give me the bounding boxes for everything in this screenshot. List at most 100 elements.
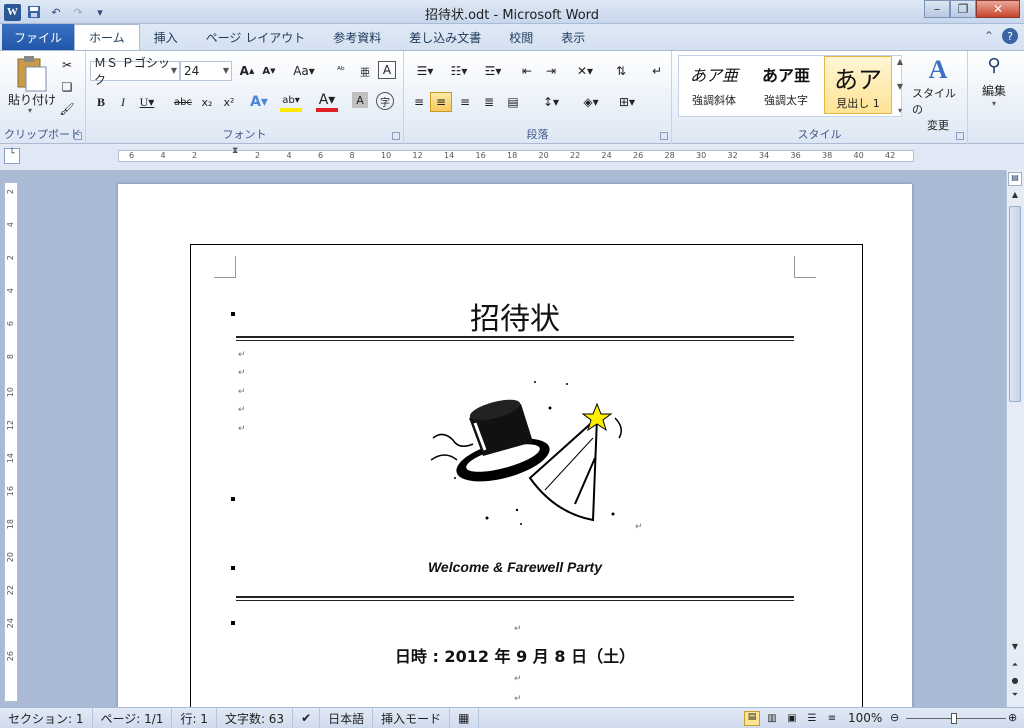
increase-indent-icon[interactable]: ⇥ [540, 61, 562, 81]
font-size-combo[interactable]: 24 ▼ [180, 61, 232, 81]
status-char-count[interactable]: 文字数: 63 [217, 707, 294, 728]
font-color-icon[interactable]: A▾ [316, 92, 338, 112]
tab-references[interactable]: 参考資料 [319, 24, 395, 50]
indent-marker-icon[interactable]: ⧗ [232, 146, 242, 166]
character-border-icon[interactable]: A [378, 61, 396, 79]
scroll-down-icon[interactable]: ▼ [1008, 642, 1022, 656]
print-layout-view-icon[interactable]: ▤ [744, 711, 760, 726]
status-language[interactable]: 日本語 [320, 707, 374, 728]
document-title[interactable]: 招待状 [236, 294, 794, 338]
grow-font-icon[interactable]: A ▲ [236, 61, 258, 81]
previous-page-icon[interactable]: ⏶ [1008, 660, 1022, 674]
macro-record-icon[interactable]: ▦ [450, 707, 479, 728]
multilevel-list-icon[interactable]: ☲▾ [478, 61, 508, 81]
ruler-toggle-icon[interactable]: ▤ [1008, 172, 1022, 186]
chevron-down-icon[interactable]: ▼ [897, 82, 903, 91]
zoom-level[interactable]: 100% [848, 711, 882, 725]
format-painter-icon[interactable]: 🖌 [56, 99, 78, 119]
gallery-scroll[interactable]: ▲ ▼ ▾ [894, 57, 906, 115]
clear-format-icon[interactable]: ᴬᵇ [330, 61, 352, 81]
italic-icon[interactable]: I [112, 92, 134, 112]
next-page-icon[interactable]: ⏷ [1008, 690, 1022, 704]
bullets-icon[interactable]: ☰▾ [410, 61, 440, 81]
draft-view-icon[interactable]: ≡ [824, 713, 840, 724]
collapse-ribbon-icon[interactable]: ⌃ [984, 29, 994, 43]
font-name-combo[interactable]: ＭＳ Ｐゴシック ▼ [90, 56, 180, 87]
copy-icon[interactable]: ❏ [56, 77, 78, 97]
tab-mailings[interactable]: 差し込み文書 [395, 24, 495, 50]
maximize-icon[interactable]: ❐ [950, 0, 976, 18]
cut-icon[interactable]: ✂ [56, 55, 78, 75]
zoom-slider-thumb[interactable] [951, 713, 957, 724]
superscript-icon[interactable]: x² [218, 92, 240, 112]
tab-selector-icon[interactable]: └ [4, 148, 20, 164]
subscript-icon[interactable]: x₂ [196, 92, 218, 112]
styles-launcher-icon[interactable] [956, 132, 964, 140]
font-launcher-icon[interactable] [392, 132, 400, 140]
align-left-icon[interactable]: ≡ [408, 92, 430, 112]
event-datetime[interactable]: 日時 : 2012 年 9 月 8 日（土） [236, 643, 794, 667]
minimize-icon[interactable]: – [924, 0, 950, 18]
strikethrough-icon[interactable]: abc [172, 92, 194, 112]
highlight-icon[interactable]: ab▾ [280, 92, 302, 112]
paste-icon[interactable] [10, 55, 50, 95]
outline-view-icon[interactable]: ☰ [804, 713, 820, 724]
paragraph-launcher-icon[interactable] [660, 132, 668, 140]
close-icon[interactable]: ✕ [976, 0, 1020, 18]
tab-page-layout[interactable]: ページ レイアウト [192, 24, 320, 50]
tab-view[interactable]: 表示 [547, 24, 599, 50]
text-effects-icon[interactable]: A▾ [248, 92, 270, 112]
zoom-in-icon[interactable]: ⊕ [1008, 711, 1017, 724]
style-emphasis-italic[interactable]: あア亜 強調斜体 [680, 56, 748, 114]
status-section[interactable]: セクション: 1 [0, 707, 93, 728]
justify-icon[interactable]: ≣ [478, 92, 500, 112]
style-heading-1[interactable]: あア 見出し 1 [824, 56, 892, 114]
distributed-icon[interactable]: ▤ [502, 92, 524, 112]
more-icon[interactable]: ▾ [898, 106, 902, 115]
status-insert-mode[interactable]: 挿入モード [373, 707, 451, 728]
scroll-up-icon[interactable]: ▲ [1008, 190, 1022, 204]
phonetic-guide-icon[interactable]: 亜 [354, 61, 376, 81]
tab-file[interactable]: ファイル [2, 24, 75, 50]
chevron-up-icon[interactable]: ▲ [897, 57, 903, 66]
align-center-icon[interactable]: ≡ [430, 92, 452, 112]
scroll-thumb[interactable] [1009, 206, 1021, 402]
proofing-icon[interactable]: ✔ [293, 707, 321, 728]
change-case-icon[interactable]: Aa▾ [290, 61, 318, 81]
full-screen-reading-icon[interactable]: ▥ [764, 713, 780, 724]
browse-object-icon[interactable]: ● [1008, 676, 1022, 690]
show-hide-marks-icon[interactable]: ↵ [646, 61, 668, 81]
style-emphasis-bold[interactable]: あア亜 強調太字 [752, 56, 820, 114]
tab-review[interactable]: 校閲 [495, 24, 547, 50]
status-page[interactable]: ページ: 1/1 [93, 707, 173, 728]
party-heading[interactable]: Welcome & Farewell Party [236, 559, 794, 575]
status-line[interactable]: 行: 1 [172, 707, 217, 728]
paste-dropdown-icon[interactable]: ▾ [28, 106, 32, 115]
numbering-icon[interactable]: ☷▾ [444, 61, 474, 81]
enclose-characters-icon[interactable]: 字 [376, 92, 394, 110]
web-layout-icon[interactable]: ▣ [784, 713, 800, 724]
vertical-scrollbar[interactable]: ▤ ▲ ▼ ⏶ ● ⏷ [1006, 170, 1024, 707]
sort-icon[interactable]: ⇅ [610, 61, 632, 81]
character-shading-icon[interactable]: A [352, 92, 368, 108]
align-right-icon[interactable]: ≡ [454, 92, 476, 112]
tab-insert[interactable]: 挿入 [140, 24, 192, 50]
borders-icon[interactable]: ⊞▾ [612, 92, 642, 112]
help-icon[interactable]: ? [1002, 28, 1018, 44]
vertical-ruler[interactable]: 2 4 2 4 6 8 10 12 14 16 18 20 22 24 26 [4, 182, 18, 702]
party-hat-clipart[interactable] [425, 378, 635, 528]
chevron-down-icon[interactable]: ▼ [223, 66, 229, 75]
line-spacing-icon[interactable]: ↕▾ [536, 92, 566, 112]
decrease-indent-icon[interactable]: ⇤ [516, 61, 538, 81]
change-styles-button[interactable]: A スタイルの 変更 [912, 55, 964, 132]
tab-home[interactable]: ホーム [74, 23, 140, 51]
zoom-out-icon[interactable]: ⊖ [890, 711, 899, 724]
bold-icon[interactable]: B [90, 92, 112, 112]
chevron-down-icon[interactable]: ▼ [171, 66, 177, 75]
shading-icon[interactable]: ◈▾ [576, 92, 606, 112]
clipboard-launcher-icon[interactable] [74, 132, 82, 140]
editing-button[interactable]: ⚲ 編集 ▾ [972, 55, 1016, 115]
asian-layout-icon[interactable]: ✕▾ [570, 61, 600, 81]
underline-icon[interactable]: U▾ [136, 92, 158, 112]
shrink-font-icon[interactable]: A ▼ [258, 61, 280, 81]
